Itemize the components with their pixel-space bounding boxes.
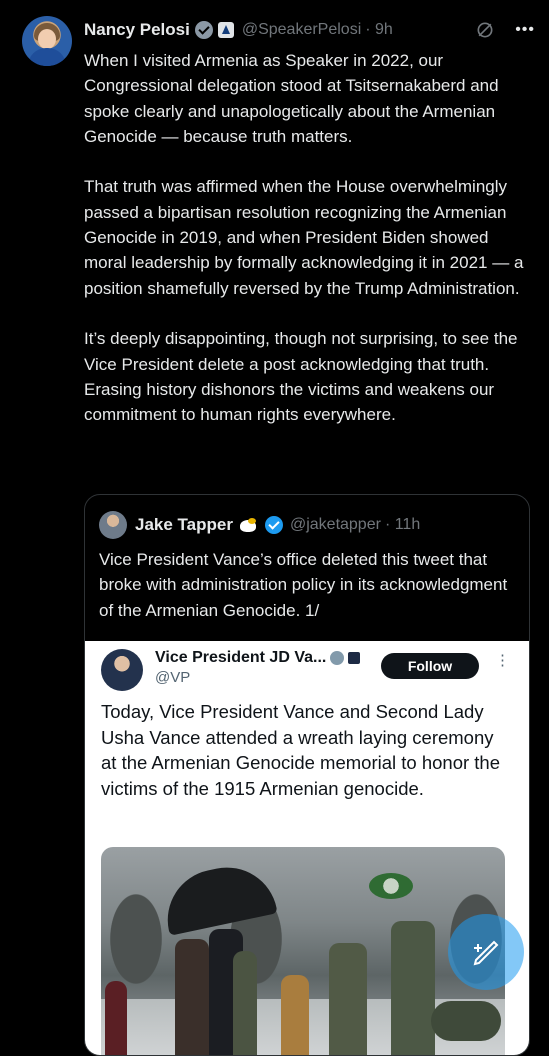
quoted-author-handle: @jaketapper <box>289 516 381 533</box>
ceremony-photo <box>101 847 505 1055</box>
verified-badge-icon <box>194 21 213 39</box>
photo-person <box>175 939 209 1055</box>
verified-badge-icon <box>264 516 283 534</box>
compose-post-button[interactable] <box>448 914 524 990</box>
embedded-tweet-screenshot[interactable]: Vice President JD Va... @VP Follow ⋮ Tod… <box>85 641 529 1055</box>
post-paragraph: When I visited Armenia as Speaker in 202… <box>84 51 499 146</box>
screenshot-verified-icon <box>330 651 345 665</box>
screenshot-more-icon: ⋮ <box>495 652 510 669</box>
quoted-post-text: Vice President Vance’s office deleted th… <box>99 550 508 620</box>
screenshot-text: Today, Vice President Vance and Second L… <box>101 701 501 799</box>
photo-person <box>431 1001 501 1041</box>
screenshot-author-name: Vice President JD Va... <box>155 649 327 666</box>
photo-person <box>105 981 127 1055</box>
post-header: Nancy Pelosi @SpeakerPelosi · 9h ••• <box>84 18 535 42</box>
post-paragraph: That truth was affirmed when the House o… <box>84 177 524 298</box>
screenshot-handle: @VP <box>155 669 191 686</box>
author-handle[interactable]: @SpeakerPelosi <box>242 21 361 39</box>
more-options-icon[interactable]: ••• <box>515 21 535 39</box>
wreath-icon <box>369 873 413 899</box>
post-paragraph: It’s deeply disappointing, though not su… <box>84 329 518 425</box>
photo-person <box>233 951 257 1055</box>
quoted-author-name: Jake Tapper <box>135 515 233 534</box>
screenshot-avatar <box>101 649 143 691</box>
photo-person <box>391 921 435 1055</box>
screenshot-gov-badge-icon <box>348 652 361 664</box>
avatar-body <box>28 48 66 66</box>
quoted-post-time: · 11h <box>384 516 421 533</box>
quoted-author-avatar <box>99 511 127 539</box>
eagle-emoji-icon <box>238 516 260 534</box>
follow-button: Follow <box>381 653 479 679</box>
grok-icon[interactable] <box>475 20 495 40</box>
author-avatar[interactable] <box>22 16 72 66</box>
screenshot-name-row: Vice President JD Va... <box>155 649 361 667</box>
photo-person <box>329 943 367 1055</box>
compose-post-icon <box>473 940 499 966</box>
avatar-face <box>38 29 56 49</box>
government-badge-icon <box>217 22 234 38</box>
photo-person <box>281 975 309 1055</box>
post-body: When I visited Armenia as Speaker in 202… <box>84 48 532 427</box>
author-name[interactable]: Nancy Pelosi <box>84 20 190 40</box>
quoted-post-header: Jake Tapper @jaketapper · 11h <box>99 511 420 539</box>
post-time[interactable]: · 9h <box>365 21 393 39</box>
